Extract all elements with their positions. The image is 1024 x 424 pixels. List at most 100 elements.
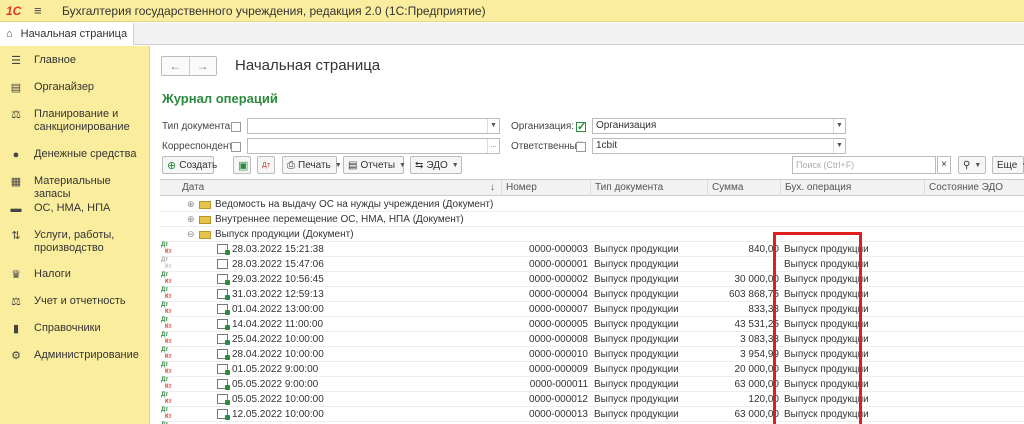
sidebar-item[interactable]: ⚖ Планирование и санкционирование [0,108,150,134]
menu-icon[interactable]: ≡ [34,3,48,18]
print-label: Печать [298,159,331,171]
table-row[interactable]: Дт Кт 31.03.2022 12:59:13 0000-000004 Выпуск… [160,287,1024,302]
forward-button[interactable]: → [190,57,217,75]
back-button[interactable]: ← [162,57,190,75]
money-icon: ● [12,149,20,161]
table-row[interactable]: Дт Кт 01.05.2022 9:00:00 0000-000009 Выпуск … [160,362,1024,377]
col-sum[interactable]: Сумма [707,180,780,196]
corr-checkbox[interactable] [231,142,241,152]
chevron-down-icon: ▼ [399,161,406,169]
sidebar-item[interactable]: ▮ Справочники [0,322,150,336]
cell-doc-type: Выпуск продукции [594,289,679,300]
dtkt-icon: ДтКт [161,242,172,255]
planning-icon: ⚖ [11,109,21,121]
clear-search-icon[interactable]: × [937,156,951,174]
table-row[interactable]: Дт Кт 28.03.2022 15:21:38 0000-000003 Выпуск… [160,242,1024,257]
corr-field[interactable]: … [247,138,500,154]
document-icon [217,289,230,300]
create-label: Создать [179,159,218,171]
search-input[interactable]: Поиск (Ctrl+F) [792,156,936,174]
more-button[interactable]: Еще▼ [992,156,1024,174]
table-row[interactable]: Дт Кт 28.03.2022 15:47:06 0000-000001 Выпуск… [160,257,1024,272]
sidebar-item[interactable]: ⚖ Учет и отчетность [0,295,150,309]
sidebar-item[interactable]: ● Денежные средства [0,148,150,162]
tab-bar: ⌂ Начальная страница [0,23,1024,45]
col-doc-type[interactable]: Тип документа [590,180,707,196]
copy-button[interactable]: ▣ [233,156,251,174]
col-operation[interactable]: Бух. операция [780,180,924,196]
table-row[interactable]: Дт Кт 28.04.2022 10:00:00 0000-000010 Выпуск… [160,347,1024,362]
more-label: Еще [997,159,1018,171]
sidebar-item[interactable]: ♛ Налоги [0,268,150,282]
doc-type-checkbox[interactable] [231,122,241,132]
expand-icon[interactable]: ⊕ [187,197,197,212]
table-row[interactable]: Дт Кт 05.05.2022 10:00:00 0000-000012 Выпуск… [160,392,1024,407]
table-row[interactable]: Дт Кт 01.04.2022 13:00:00 0000-000007 Выпуск… [160,302,1024,317]
dtkt-icon: ДтКт [161,347,172,360]
cell-sum: 3 954,99 [740,349,779,360]
table-row[interactable]: Дт Кт 29.03.2022 10:56:45 0000-000002 Выпуск… [160,272,1024,287]
table-row[interactable]: Дт Кт 05.05.2022 9:00:00 0000-000011 Выпуск … [160,377,1024,392]
chevron-down-icon[interactable]: ▼ [833,139,845,153]
print-button[interactable]: ⎙ Печать ▼ [282,156,342,174]
dtkt-icon: ДтКт [161,287,172,300]
col-edo-state[interactable]: Состояние ЭДО [924,180,1024,196]
sidebar-item-label: Материальные запасы [33,175,111,200]
cell-doc-type: Выпуск продукции [594,244,679,255]
sidebar-item[interactable]: ▦ Материальные запасы [0,175,150,201]
tab-label: Начальная страница [20,28,128,40]
reports-icon: ▤ [348,159,358,171]
services-icon: ⇅ [11,230,21,242]
sidebar-item[interactable]: ▬ ОС, НМА, НПА [0,202,150,216]
create-button[interactable]: ⊕ Создать [162,156,218,174]
table-row[interactable]: Дт Кт 12.05.2022 10:00:00 0000-000013 Выпуск… [160,407,1024,422]
table-row[interactable]: Дт Кт 14.04.2022 11:00:00 0000-000005 Выпуск… [160,317,1024,332]
group-row[interactable]: ⊕ Ведомость на выдачу ОС на нужды учрежде… [160,197,1024,212]
cell-doc-type: Выпуск продукции [594,304,679,315]
dtkt-icon: ДтКт [161,392,172,405]
group-row[interactable]: ⊖ Выпуск продукции (Документ) [160,227,1024,242]
group-cell: ⊖ Выпуск продукции (Документ) [187,227,354,242]
sidebar-item[interactable]: ▤ Органайзер [0,81,150,95]
cell-number: 0000-000009 [529,364,588,375]
edo-button[interactable]: ⇆ ЭДО ▼ [410,156,462,174]
copy-icon: ▣ [238,159,249,172]
dtkt-icon: ДтКт [161,317,172,330]
ellipsis-icon[interactable]: … [487,139,499,153]
org-checkbox[interactable] [576,120,586,133]
plus-icon: ⊕ [167,159,177,172]
collapse-icon[interactable]: ⊖ [187,227,197,242]
col-number[interactable]: Номер [501,180,590,196]
resp-field[interactable]: 1cbit ▼ [592,138,846,154]
reports-button[interactable]: ▤ Отчеты ▼ [343,156,406,174]
document-icon [217,334,230,345]
cell-sum [707,257,779,272]
chevron-down-icon[interactable]: ▼ [487,119,499,133]
tab-home[interactable]: ⌂ Начальная страница [0,23,134,45]
title-bar: 1С ≡ Бухгалтерия государственного учрежд… [0,0,1024,22]
chevron-down-icon: ▼ [334,161,342,169]
page-title: Начальная страница [235,57,381,74]
sidebar-item-label: Органайзер [34,81,95,93]
sort-arrow-icon: ↓ [490,182,495,193]
resp-checkbox[interactable] [576,142,586,152]
dtkt-button[interactable]: Дт [257,156,275,174]
dtkt-icon: ДтКт [161,332,172,345]
nav-buttons: ← → [161,56,217,76]
folder-icon [199,230,211,239]
document-icon [217,409,230,420]
sidebar-item[interactable]: ⇅ Услуги, работы, производство [0,229,150,255]
expand-icon[interactable]: ⊕ [187,212,197,227]
org-field[interactable]: Организация ▼ [592,118,846,134]
search-button[interactable]: ⚲ ▼ [958,156,986,174]
table-row[interactable]: Дт Кт 25.04.2022 10:00:00 0000-000008 Выпуск… [160,332,1024,347]
cell-doc-type: Выпуск продукции [594,334,679,345]
sidebar-item[interactable]: ⚙ Администрирование [0,349,150,363]
chevron-down-icon[interactable]: ▼ [833,119,845,133]
cell-doc-type: Выпуск продукции [594,409,679,420]
col-date[interactable]: Дата ↓ [178,180,501,196]
sidebar-item[interactable]: ☰ Главное [0,54,150,68]
group-row[interactable]: ⊕ Внутреннее перемещение ОС, НМА, НПА (До… [160,212,1024,227]
doc-type-field[interactable]: ▼ [247,118,500,134]
home-icon: ⌂ [6,28,13,40]
